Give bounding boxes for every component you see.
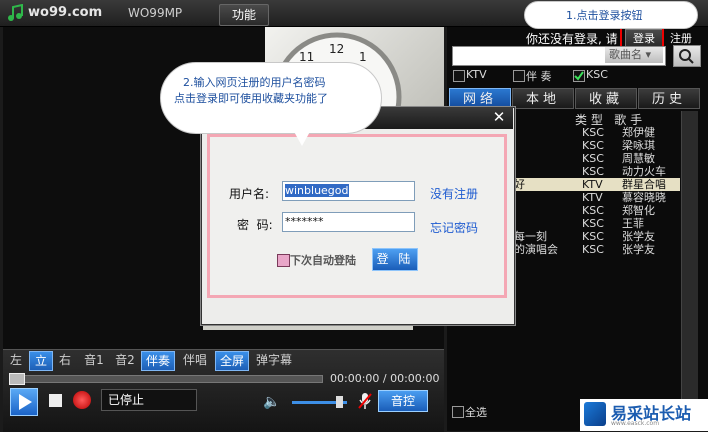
song-singer: 慕容晓晓	[622, 191, 666, 204]
no-account-link[interactable]: 没有注册	[430, 185, 478, 202]
filter-ktv-label: KTV	[466, 68, 487, 81]
song-type: KSC	[582, 217, 604, 230]
song-singer: 王菲	[622, 217, 644, 230]
song-title: 好	[514, 178, 525, 191]
channel-right-tab[interactable]: 右	[55, 351, 75, 369]
song-singer: 梁咏琪	[622, 139, 655, 152]
volume-handle[interactable]	[336, 396, 343, 408]
callout-input-text-2: 点击登录即可使用收藏夹功能了	[174, 92, 328, 105]
stop-button[interactable]	[49, 394, 62, 407]
progress-bar[interactable]	[9, 375, 323, 383]
tab-network[interactable]: 网络	[449, 88, 511, 109]
filter-ktv-checkbox[interactable]	[453, 70, 465, 82]
song-singer: 动力火车	[622, 165, 666, 178]
site-logo-icon	[584, 402, 606, 426]
callout-tail	[292, 128, 312, 146]
song-singer: 郑伊健	[622, 126, 655, 139]
channel-left-tab[interactable]: 左	[6, 351, 26, 369]
song-list-scrollbar[interactable]	[681, 111, 698, 403]
search-button[interactable]	[673, 45, 701, 67]
filter-accompaniment-label: 伴 奏	[526, 70, 552, 83]
watermark-url: www.easck.com	[611, 420, 660, 427]
auto-login-checkbox[interactable]	[277, 254, 290, 267]
select-all-checkbox[interactable]	[452, 406, 464, 418]
song-type: KTV	[582, 178, 603, 191]
select-all-label: 全选	[465, 406, 487, 419]
tab-history[interactable]: 历史	[638, 88, 700, 109]
song-type: KSC	[582, 152, 604, 165]
song-type: KSC	[582, 126, 604, 139]
audio1-tab[interactable]: 音1	[81, 351, 107, 369]
song-type: KSC	[582, 243, 604, 256]
fullscreen-tab[interactable]: 全屏	[215, 351, 249, 371]
svg-text:12: 12	[329, 42, 344, 56]
app-title: WO99MP	[128, 6, 183, 20]
progress-handle[interactable]	[9, 373, 25, 385]
song-type: KTV	[582, 191, 603, 204]
search-type-select[interactable]: 歌曲名 ▾	[605, 47, 663, 63]
song-title: 的演唱会	[514, 243, 558, 256]
username-label: 用户名:	[229, 187, 270, 201]
music-note-icon	[8, 4, 23, 21]
svg-text:1: 1	[359, 50, 367, 64]
logo-text: wo99.com	[28, 5, 103, 20]
filter-ksc-checkbox[interactable]	[573, 70, 585, 82]
audio2-tab[interactable]: 音2	[112, 351, 138, 369]
login-submit-button[interactable]: 登 陆	[372, 248, 418, 271]
song-singer: 张学友	[622, 230, 655, 243]
record-button[interactable]	[73, 391, 91, 409]
accompaniment-tab[interactable]: 伴奏	[141, 351, 175, 371]
playback-status: 已停止	[101, 389, 197, 411]
song-singer: 周慧敏	[622, 152, 655, 165]
speaker-icon[interactable]: 🔈	[263, 394, 280, 410]
tab-local[interactable]: 本地	[512, 88, 574, 109]
play-icon	[19, 394, 32, 410]
play-button[interactable]	[10, 388, 38, 416]
song-singer: 张学友	[622, 243, 655, 256]
backing-vocal-tab[interactable]: 伴唱	[180, 351, 210, 369]
close-icon[interactable]: ✕	[490, 107, 508, 127]
tab-favorites[interactable]: 收藏	[575, 88, 637, 109]
auto-login-label: 下次自动登陆	[290, 254, 356, 267]
song-type: KSC	[582, 139, 604, 152]
password-input[interactable]: *******	[282, 212, 415, 232]
username-input[interactable]: winbluegod	[282, 181, 415, 201]
channel-stereo-tab[interactable]: 立	[29, 351, 53, 371]
function-menu-button[interactable]: 功能	[219, 4, 269, 26]
song-type: KSC	[582, 230, 604, 243]
song-type: KSC	[582, 165, 604, 178]
callout-login-text: 1.点击登录按钮	[566, 9, 643, 22]
microphone-icon[interactable]	[358, 392, 372, 410]
tone-control-button[interactable]: 音控	[378, 390, 428, 412]
subtitle-tab[interactable]: 弹字幕	[252, 351, 296, 369]
register-button[interactable]: 注册	[670, 30, 692, 46]
song-title: 每一刻	[514, 230, 547, 243]
callout-input-text-1: 2.输入网页注册的用户名密码	[183, 76, 326, 89]
login-prompt: 你还没有登录, 请	[526, 32, 618, 46]
check-icon	[574, 71, 584, 81]
filter-ksc-label: KSC	[586, 68, 608, 81]
forgot-password-link[interactable]: 忘记密码	[430, 219, 478, 236]
search-icon	[679, 49, 694, 64]
filter-accompaniment-checkbox[interactable]	[513, 70, 525, 82]
password-label: 密 码:	[237, 218, 273, 232]
song-singer: 群星合唱	[622, 178, 666, 191]
time-display: 00:00:00 / 00:00:00	[330, 372, 440, 385]
song-singer: 郑智化	[622, 204, 655, 217]
song-type: KSC	[582, 204, 604, 217]
